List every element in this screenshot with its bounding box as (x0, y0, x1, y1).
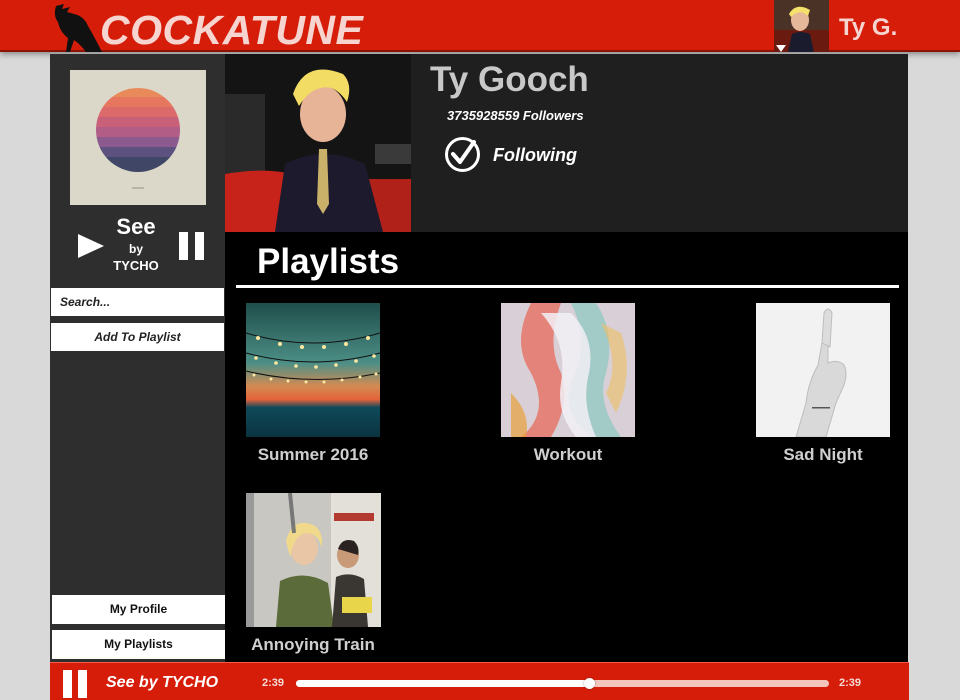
playlists-heading: Playlists (257, 242, 400, 281)
my-playlists-button[interactable]: My Playlists (52, 630, 225, 659)
playlist-cover (501, 303, 635, 437)
playlist-label: Summer 2016 (257, 445, 369, 464)
playlist-card[interactable]: Workout (493, 303, 643, 465)
now-playing-by: by (128, 242, 143, 256)
add-to-playlist-button[interactable]: Add To Playlist (51, 323, 224, 351)
playlist-card[interactable]: Sad Night (748, 303, 898, 465)
player-bar: See by TYCHO 2:39 2:39 (50, 662, 909, 700)
play-icon[interactable] (78, 234, 104, 258)
elapsed-time: 2:39 (262, 677, 285, 689)
followers-count: 3735928559 Followers (447, 108, 584, 123)
playlist-cover (756, 303, 890, 437)
profile-header: Ty Gooch 3735928559 Followers Following (225, 54, 908, 232)
playlist-cover (246, 303, 380, 437)
search-input[interactable] (51, 288, 224, 316)
sidebar: See by TYCHO Add To Playlist My Profile … (50, 54, 225, 662)
divider (236, 285, 899, 288)
playlist-card[interactable]: Annoying Train (238, 493, 388, 655)
progress-fill (296, 680, 590, 687)
app-logo-text[interactable]: COCKATUNE (100, 10, 363, 51)
total-time: 2:39 (839, 677, 862, 689)
playlist-label: Workout (533, 445, 603, 464)
chevron-down-icon[interactable] (776, 45, 786, 52)
playlist-label: Annoying Train (251, 635, 375, 654)
profile-photo (225, 54, 411, 232)
profile-name: Ty Gooch (430, 60, 589, 99)
following-status[interactable]: Following (493, 145, 577, 166)
now-playing-album-art (70, 70, 206, 205)
pause-icon[interactable] (63, 670, 89, 698)
player-track-title: See by TYCHO (106, 674, 219, 691)
now-playing-artist: TYCHO (113, 258, 159, 273)
progress-handle[interactable] (584, 678, 596, 689)
playlist-label: Sad Night (783, 445, 863, 464)
user-avatar[interactable] (774, 0, 829, 52)
playlist-card[interactable]: Summer 2016 (238, 303, 388, 465)
pause-icon[interactable] (179, 232, 205, 260)
progress-bar[interactable] (296, 678, 829, 689)
now-playing-title: See (116, 214, 156, 239)
user-name[interactable]: Ty G. (839, 14, 897, 42)
checkmark-circle-icon[interactable] (444, 136, 481, 173)
my-profile-button[interactable]: My Profile (52, 595, 225, 624)
cockatoo-logo-icon (54, 4, 102, 52)
top-bar: COCKATUNE Ty G. (0, 0, 960, 52)
playlists-section: Playlists Summer 2016 Workout Sad Night … (225, 232, 908, 662)
playlist-cover (245, 493, 381, 627)
